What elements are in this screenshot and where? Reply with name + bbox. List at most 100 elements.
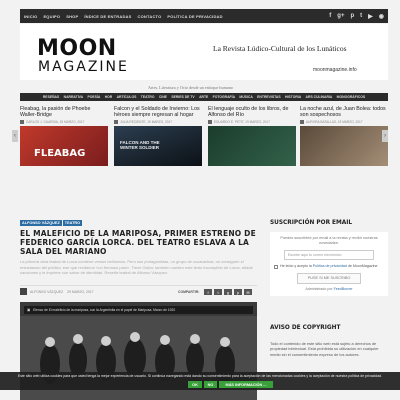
consent-rest: de MoonMagazine: [347, 264, 378, 268]
featured-carousel: Fleabag, la pasión de Phoebe Waller-Brid…: [20, 106, 388, 170]
cat-resenas[interactable]: RESEÑAS: [43, 95, 59, 99]
topnav-contacto[interactable]: CONTACTO: [138, 14, 162, 19]
author-avatar: [208, 120, 212, 124]
admin-text: Administrado por: [305, 286, 333, 291]
cat-hor[interactable]: HOR: [105, 95, 113, 99]
feedburner-link[interactable]: FeedBurner: [334, 287, 353, 291]
youtube-icon[interactable]: ▶: [368, 13, 373, 20]
carousel-prev-arrow[interactable]: ‹: [12, 130, 18, 142]
featured-item[interactable]: Fleabag, la pasión de Phoebe Waller-Brid…: [20, 106, 108, 166]
featured-item[interactable]: Falcon y el Soldado de Invierno: Los hér…: [114, 106, 202, 166]
cat-articulos[interactable]: ARTÍCULOS: [117, 95, 137, 99]
category-navigation: RESEÑAS NARRATIVA POESÍA HOR ARTÍCULOS T…: [20, 93, 388, 101]
featured-title[interactable]: El lenguaje oculto de los libros, de Alf…: [208, 106, 296, 119]
share-google-button[interactable]: g: [224, 289, 232, 295]
privacy-policy-link[interactable]: Política de privacidad: [313, 264, 347, 268]
falcon-image-text: FALCON AND THE WINTER SOLDIER: [120, 140, 160, 150]
share-email-button[interactable]: ✉: [244, 289, 252, 295]
sidebar: SUSCRIPCIÓN POR EMAIL Puedes suscribirte…: [270, 220, 388, 296]
share-twitter-button[interactable]: t: [214, 289, 222, 295]
subscribe-text: Puedes suscribirte por email a la revist…: [280, 236, 378, 245]
featured-title[interactable]: Falcon y el Soldado de Invierno: Los hér…: [114, 106, 202, 119]
author-avatar: [20, 120, 24, 124]
cookie-more-info-button[interactable]: MÁS INFORMACIÓN ...: [219, 381, 273, 388]
cat-teatro[interactable]: TEATRO: [141, 95, 155, 99]
social-links: f g+ p t ▶ ◉: [323, 9, 384, 23]
featured-title[interactable]: La noche azul, de Juan Bolea: todos son …: [300, 106, 388, 119]
featured-meta: JULIA RECIENTE, 19 MARZO, 2017: [114, 120, 202, 124]
share-facebook-button[interactable]: f: [204, 289, 212, 295]
consent-checkbox[interactable]: [274, 264, 278, 269]
cat-entrevistas[interactable]: ENTREVISTAS: [257, 95, 281, 99]
top-navigation: INICIO EQUIPO SHOP ÍNDICE DE ENTRADAS CO…: [20, 9, 388, 23]
featured-meta-text: CARLOS J. GUARDIA, 15 MARZO, 2017: [26, 120, 85, 124]
article-date: 29 MARZO, 2017: [67, 289, 94, 294]
featured-meta-text: JULIA RECIENTE, 19 MARZO, 2017: [120, 120, 173, 124]
author-avatar: [114, 120, 118, 124]
email-input[interactable]: Escribe aquí tu correo electrónico: [284, 250, 374, 260]
topnav-inicio[interactable]: INICIO: [24, 14, 37, 19]
logo-magazine[interactable]: MAGAZINE: [38, 59, 129, 75]
site-subtagline: Artes, Literatura y Ocio desde un enfoqu…: [148, 85, 233, 90]
author-avatar: [20, 288, 27, 295]
featured-image-lenguaje[interactable]: [208, 126, 296, 166]
google-plus-icon[interactable]: g+: [337, 13, 344, 19]
cookie-no-button[interactable]: NO: [204, 381, 217, 388]
cat-cine[interactable]: CINE: [159, 95, 167, 99]
carousel-next-arrow[interactable]: ›: [382, 130, 388, 142]
site-url: moonmagazine.info: [313, 67, 357, 73]
subscribe-title: SUSCRIPCIÓN POR EMAIL: [270, 220, 353, 226]
article-title: EL MALEFICIO DE LA MARIPOSA, PRIMER ESTR…: [20, 229, 256, 256]
logo-moon[interactable]: MOON: [37, 36, 117, 61]
consent-checkbox-row: He leído y acepto la Política de privaci…: [274, 264, 384, 269]
consent-text: He leído y acepto la: [280, 264, 312, 268]
featured-meta-text: EDUARDO E. PETIT, 19 MARZO, 2017: [214, 120, 270, 124]
site-header: MOON MAGAZINE La Revista Lúdico-Cultural…: [20, 24, 388, 80]
cat-musica[interactable]: MÚSICA: [239, 95, 252, 99]
featured-item[interactable]: El lenguaje oculto de los libros, de Alf…: [208, 106, 296, 166]
cat-arte[interactable]: ARTE: [199, 95, 208, 99]
cat-monograficos[interactable]: MONOGRÁFICOS: [337, 95, 365, 99]
topnav-privacidad[interactable]: POLÍTICA DE PRIVACIDAD: [167, 14, 222, 19]
cat-historia[interactable]: HISTORIA: [285, 95, 301, 99]
cat-fotografia[interactable]: FOTOGRAFÍA: [213, 95, 235, 99]
article-summary: La primera obra teatral de Lorca contien…: [20, 259, 253, 275]
page: INICIO EQUIPO SHOP ÍNDICE DE ENTRADAS CO…: [0, 0, 400, 400]
cookie-banner: Este sitio web utiliza cookies para que …: [0, 372, 400, 390]
admin-line: Administrado por FeedBurner: [274, 287, 384, 291]
featured-title[interactable]: Fleabag, la pasión de Phoebe Waller-Brid…: [20, 106, 108, 119]
featured-image-falcon[interactable]: FALCON AND THE WINTER SOLDIER: [114, 126, 202, 166]
consent-label: He leído y acepto la Política de privaci…: [280, 264, 378, 269]
featured-meta: EDUARDO E. PETIT, 19 MARZO, 2017: [208, 120, 296, 124]
share-pinterest-button[interactable]: p: [234, 289, 242, 295]
cat-narrativa[interactable]: NARRATIVA: [64, 95, 83, 99]
article-author[interactable]: ALFONSO VÁZQUEZ: [30, 290, 63, 294]
featured-meta: AURORA BATALLAS, 19 MARZO, 2017: [300, 120, 388, 124]
subscribe-box: Puedes suscribirte por email a la revist…: [270, 232, 388, 296]
pinterest-icon[interactable]: p: [350, 13, 354, 19]
tag-teatro[interactable]: TEATRO: [62, 220, 83, 226]
topnav-equipo[interactable]: EQUIPO: [43, 14, 60, 19]
cat-poesia[interactable]: POESÍA: [87, 95, 100, 99]
cookie-ok-button[interactable]: OK: [188, 381, 202, 388]
featured-item[interactable]: La noche azul, de Juan Bolea: todos son …: [300, 106, 388, 166]
facebook-icon[interactable]: f: [329, 13, 331, 19]
tag-author[interactable]: ALFONSO VÁZQUEZ: [20, 220, 62, 226]
twitter-icon[interactable]: t: [360, 13, 362, 19]
site-tagline: La Revista Lúdico-Cultural de los Lunáti…: [213, 44, 347, 53]
rss-icon[interactable]: ◉: [379, 13, 384, 20]
author-avatar: [300, 120, 304, 124]
topnav-shop[interactable]: SHOP: [66, 14, 78, 19]
topnav-indice[interactable]: ÍNDICE DE ENTRADAS: [84, 14, 131, 19]
article-tags: ALFONSO VÁZQUEZ TEATRO: [20, 220, 257, 226]
cat-ars-culinaria[interactable]: ARS CULINARIA: [306, 95, 333, 99]
share-label: COMPARTIR:: [178, 289, 200, 294]
copyright-title: AVISO DE COPYRIGHT: [270, 325, 341, 331]
featured-meta-text: AURORA BATALLAS, 19 MARZO, 2017: [306, 120, 363, 124]
copyright-text: Todo el contenido de este sitio web está…: [270, 341, 379, 357]
subscribe-button[interactable]: PUSE SI ME SUSCRIBO: [297, 272, 361, 284]
cookie-text: Este sitio web utiliza cookies para que …: [17, 374, 383, 378]
featured-image-noche-azul[interactable]: [300, 126, 388, 166]
featured-image-fleabag[interactable]: FLEABAG: [20, 126, 108, 166]
cat-series[interactable]: SERIES DE TV: [171, 95, 194, 99]
